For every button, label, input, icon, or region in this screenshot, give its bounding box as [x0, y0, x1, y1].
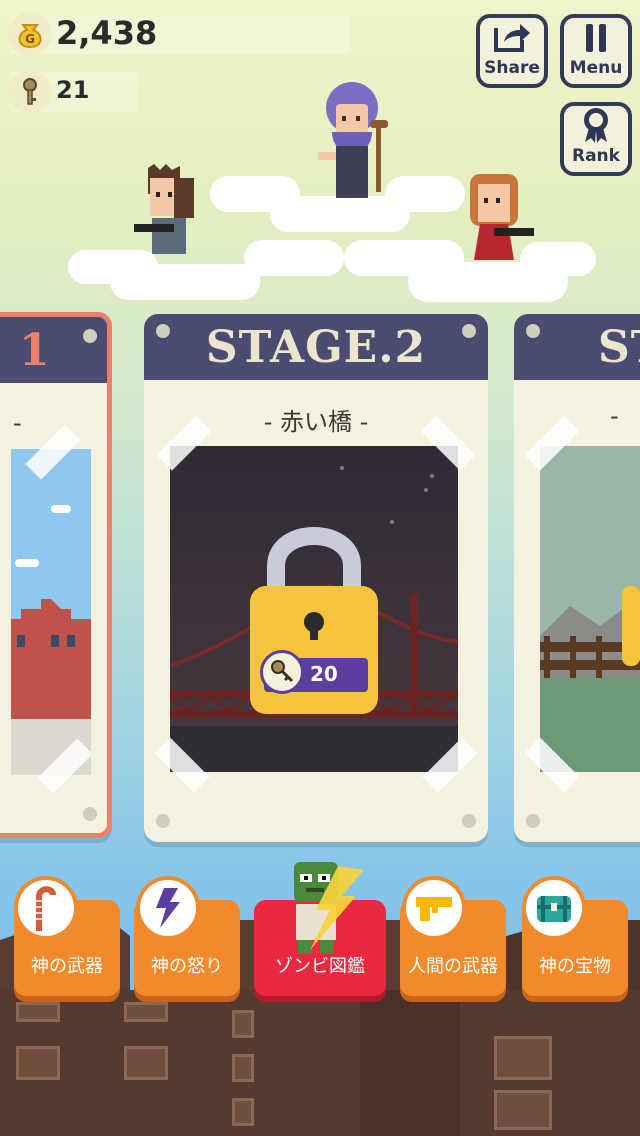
ribbon-icon [584, 108, 608, 143]
woman-right [470, 174, 534, 260]
stage-title: ST [598, 321, 640, 373]
stage-lock[interactable]: 20 [250, 518, 378, 714]
treasure-chest-icon [522, 876, 586, 940]
rank-button[interactable]: Rank [560, 102, 632, 176]
keys-amount: 21 [56, 76, 90, 104]
stage-header: STAGE.2 [144, 314, 488, 380]
share-icon [494, 24, 530, 52]
stage-preview-farm [540, 446, 640, 772]
gold-bag-icon: G [8, 12, 52, 56]
zombie-icon [294, 862, 364, 954]
stage-card-current[interactable]: STAGE.2 - 赤い橋 - 20 [144, 314, 488, 842]
nav-label: 神の武器 [31, 956, 103, 977]
nav-label: 神の宝物 [539, 956, 611, 977]
stage-card-prev[interactable]: 1 - [0, 312, 112, 838]
menu-label: Menu [569, 58, 623, 78]
gun-icon [402, 876, 466, 940]
key-icon [8, 70, 52, 114]
stage-card-next[interactable]: ST - [514, 314, 640, 842]
menu-button[interactable]: Menu [560, 14, 632, 88]
lightning-icon [136, 876, 200, 940]
share-button[interactable]: Share [476, 14, 548, 88]
stage-title: 1 [19, 324, 51, 376]
nav-label: 人間の武器 [408, 956, 498, 977]
god-character [318, 82, 388, 198]
cane-icon [14, 876, 78, 940]
stage-subtitle: - [610, 402, 619, 430]
nav-label: 神の怒り [151, 956, 223, 977]
gold-amount: 2,438 [56, 14, 158, 52]
share-label: Share [484, 58, 540, 78]
pause-icon [586, 24, 606, 52]
stage-title: STAGE.2 [205, 321, 427, 373]
svg-text:G: G [25, 32, 35, 46]
stage-preview-town [11, 449, 91, 775]
key-cost-value: 20 [310, 662, 338, 686]
soldier-left [134, 164, 194, 254]
key-cost-icon [260, 650, 304, 694]
rank-label: Rank [572, 146, 620, 166]
